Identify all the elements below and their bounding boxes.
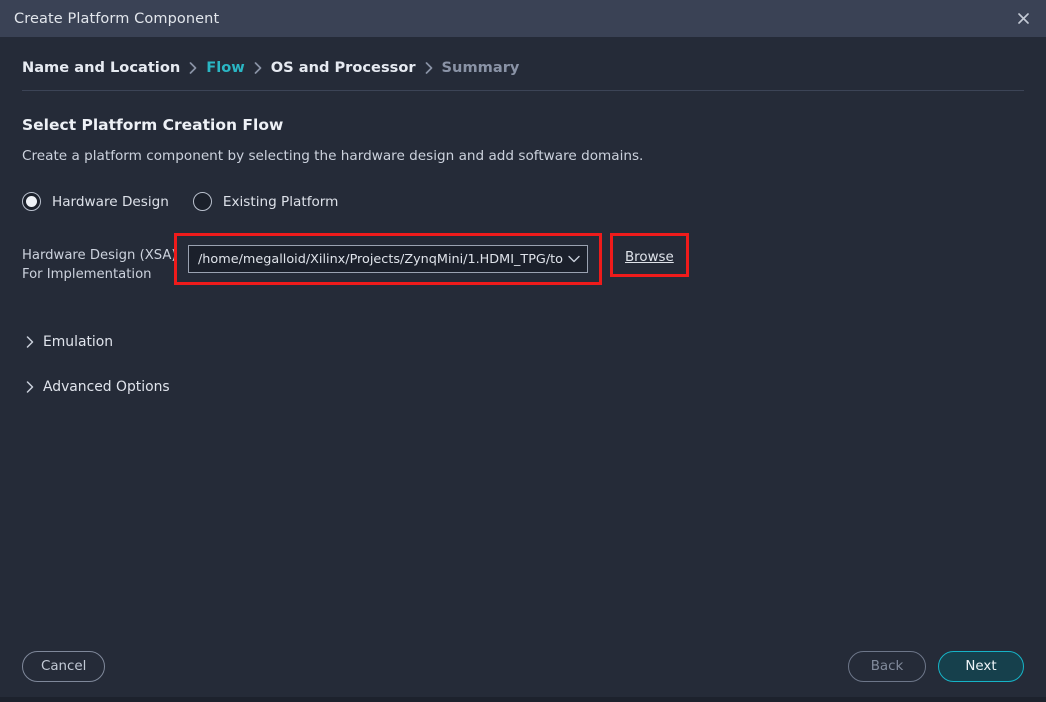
footer-actions: Back Next bbox=[848, 650, 1024, 682]
radio-unselected-icon bbox=[192, 192, 212, 211]
cancel-button[interactable]: Cancel bbox=[22, 650, 106, 682]
radio-selected-icon bbox=[22, 192, 41, 211]
browse-button[interactable]: Browse bbox=[625, 245, 674, 265]
window-bottom-strip bbox=[0, 697, 1046, 702]
chevron-down-icon[interactable] bbox=[564, 255, 580, 263]
back-button[interactable]: Back bbox=[848, 650, 926, 682]
collapsible-advanced-options[interactable]: Advanced Options bbox=[26, 379, 170, 395]
hardware-design-label: Hardware Design (XSA) For Implementation bbox=[22, 242, 185, 284]
page-title: Select Platform Creation Flow bbox=[22, 116, 284, 134]
collapsible-advanced-options-label: Advanced Options bbox=[43, 379, 170, 395]
breadcrumb-item-name-and-location[interactable]: Name and Location bbox=[22, 59, 180, 76]
xsa-path-dropdown[interactable]: /home/megalloid/Xilinx/Projects/ZynqMini… bbox=[188, 245, 588, 273]
chevron-right-icon bbox=[180, 61, 206, 74]
breadcrumb-item-os-and-processor[interactable]: OS and Processor bbox=[271, 59, 416, 76]
xsa-combo-highlight: /home/megalloid/Xilinx/Projects/ZynqMini… bbox=[174, 233, 602, 285]
collapsible-emulation-label: Emulation bbox=[43, 334, 114, 350]
collapsible-emulation[interactable]: Emulation bbox=[26, 334, 113, 350]
dialog-titlebar: Create Platform Component bbox=[0, 0, 1046, 37]
chevron-right-icon bbox=[26, 336, 40, 348]
dialog-footer: Cancel Back Next bbox=[0, 635, 1046, 697]
chevron-right-icon bbox=[245, 61, 271, 74]
breadcrumb-item-summary[interactable]: Summary bbox=[442, 59, 520, 76]
create-platform-component-dialog: Create Platform Component Name and Locat… bbox=[0, 0, 1046, 702]
dialog-body: Name and Location Flow OS and Processor … bbox=[0, 37, 1046, 635]
breadcrumb-item-flow[interactable]: Flow bbox=[206, 59, 244, 76]
hardware-design-label-line2: For Implementation bbox=[22, 267, 152, 283]
flow-option-group: Hardware Design Existing Platform bbox=[22, 192, 1024, 211]
browse-highlight: Browse bbox=[610, 233, 689, 277]
chevron-right-icon bbox=[416, 61, 442, 74]
radio-hardware-design-label: Hardware Design bbox=[52, 193, 169, 210]
next-button[interactable]: Next bbox=[938, 650, 1024, 682]
breadcrumb: Name and Location Flow OS and Processor … bbox=[22, 37, 1024, 90]
page-description: Create a platform component by selecting… bbox=[22, 148, 644, 164]
hardware-design-field-row: Hardware Design (XSA) For Implementation… bbox=[22, 233, 1024, 285]
close-icon[interactable] bbox=[1000, 0, 1046, 37]
radio-existing-platform[interactable]: Existing Platform bbox=[192, 192, 339, 211]
xsa-path-value: /home/megalloid/Xilinx/Projects/ZynqMini… bbox=[198, 251, 564, 267]
radio-existing-platform-label: Existing Platform bbox=[222, 193, 339, 210]
breadcrumb-divider bbox=[22, 90, 1024, 91]
dialog-title: Create Platform Component bbox=[14, 10, 220, 27]
chevron-right-icon bbox=[26, 381, 40, 393]
hardware-design-label-line1: Hardware Design (XSA) bbox=[22, 248, 177, 263]
radio-hardware-design[interactable]: Hardware Design bbox=[22, 192, 169, 211]
